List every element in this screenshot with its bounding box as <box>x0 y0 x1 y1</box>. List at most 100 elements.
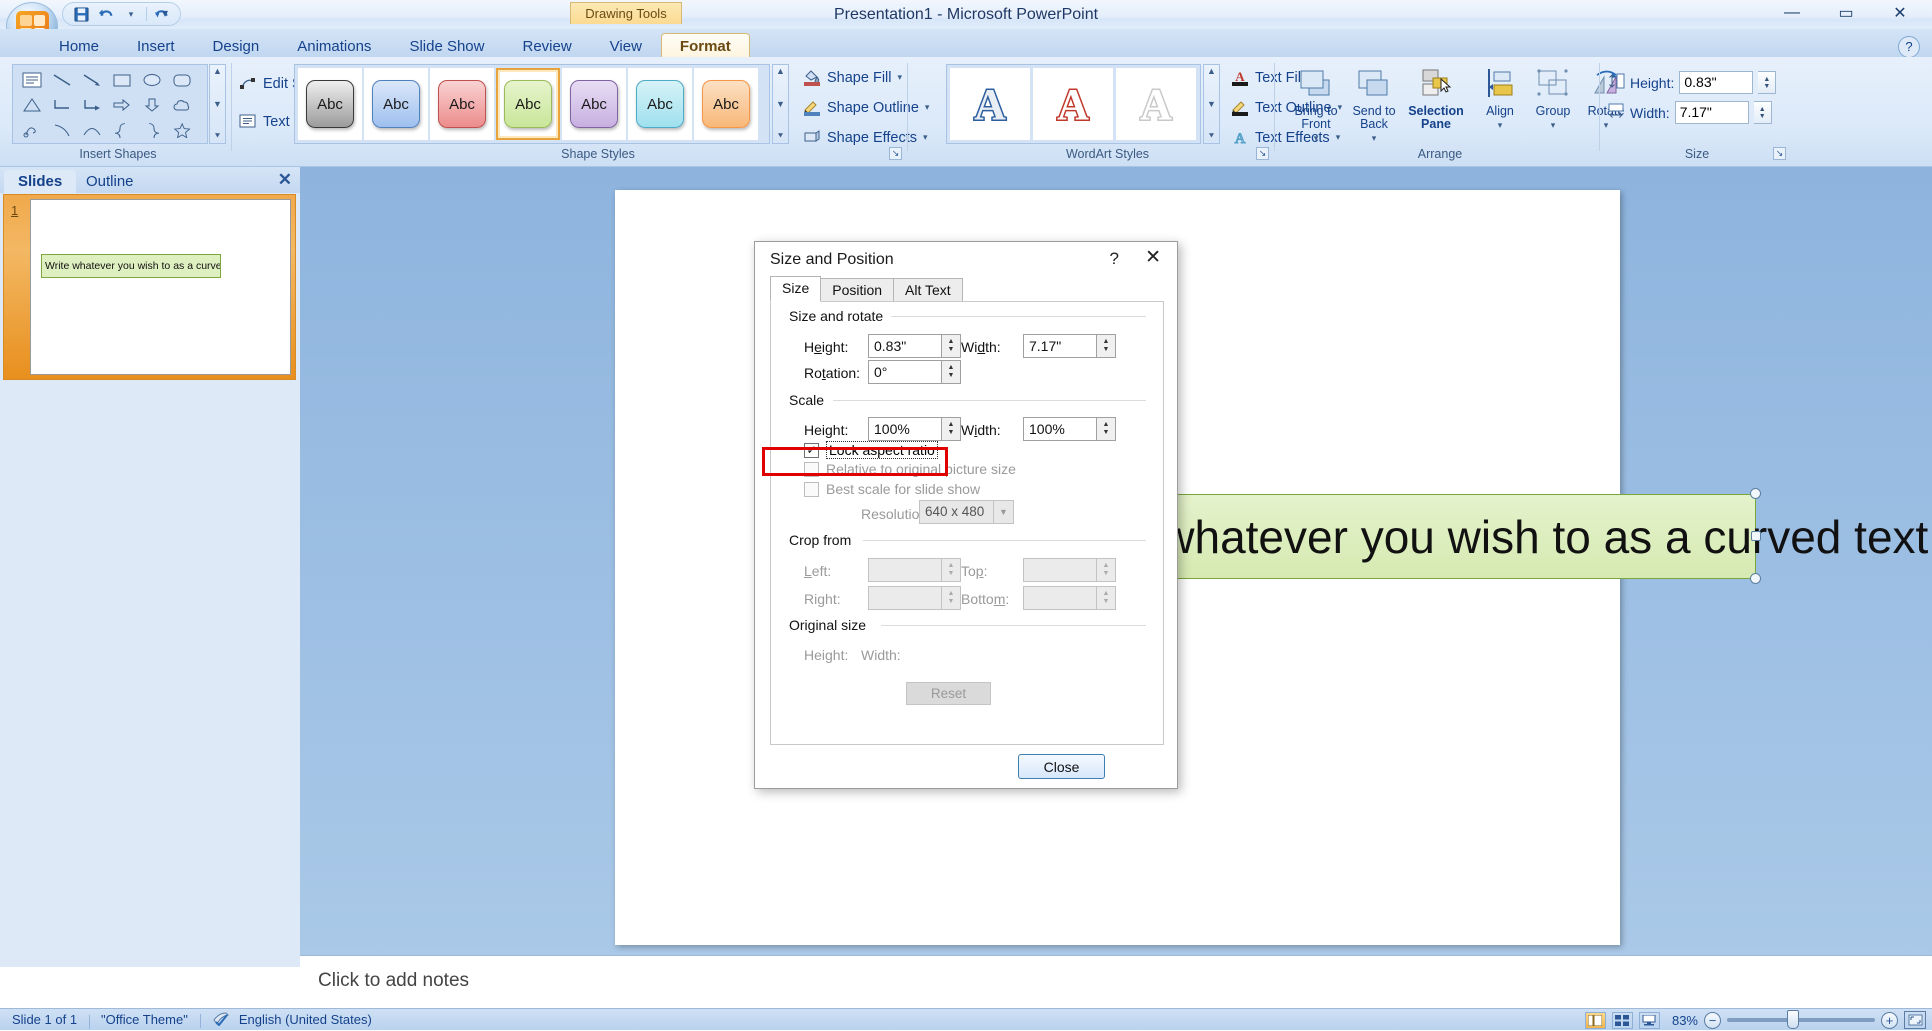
zoom-out-button[interactable]: − <box>1704 1011 1721 1029</box>
zoom-in-button[interactable]: + <box>1881 1011 1898 1029</box>
scroll-down-icon[interactable]: ▼ <box>213 99 222 109</box>
right-arrow-shape-icon[interactable] <box>109 94 135 115</box>
lock-aspect-ratio-checkbox[interactable]: ✓ Lock aspect ratio <box>804 441 938 459</box>
dialog-scale-width-field[interactable]: 100% ▲ ▼ <box>1023 417 1116 441</box>
dialog-width-field[interactable]: 7.17" ▲ ▼ <box>1023 334 1116 358</box>
dialog-rotation-input[interactable]: 0° <box>868 360 942 384</box>
ribbon-height-spinner[interactable]: ▲ ▼ <box>1758 71 1777 94</box>
close-pane-icon[interactable]: ✕ <box>278 170 292 190</box>
gallery-more-icon[interactable]: ⯆ <box>214 132 221 141</box>
size-and-position-dialog[interactable]: Size and Position ? ✕ Size Position Alt … <box>754 241 1178 789</box>
resize-handle-bottom-right[interactable] <box>1750 573 1761 584</box>
zoom-slider-knob[interactable] <box>1787 1010 1799 1029</box>
maximize-button[interactable]: ▭ <box>1820 0 1872 26</box>
wordart-style-gray[interactable]: A <box>1116 68 1196 140</box>
minimize-button[interactable]: — <box>1766 0 1818 26</box>
dialog-scale-width-input[interactable]: 100% <box>1023 417 1097 441</box>
line-shape-icon[interactable] <box>49 69 75 90</box>
fit-slide-to-window-icon[interactable] <box>1904 1011 1926 1029</box>
slide-thumbnail[interactable]: Write whatever you wish to as a curved t… <box>30 199 291 375</box>
rectangle-shape-icon[interactable] <box>109 69 135 90</box>
help-icon[interactable]: ? <box>1898 36 1920 58</box>
rounded-rectangle-shape-icon[interactable] <box>169 69 195 90</box>
slide-thumbnail-item[interactable]: 1 Write whatever you wish to as a curved… <box>3 194 296 380</box>
chevron-down-icon[interactable]: ▾ <box>1314 133 1319 143</box>
dialog-height-input[interactable]: 0.83" <box>868 334 942 358</box>
scroll-down-icon[interactable]: ▼ <box>776 99 785 109</box>
tab-outline[interactable]: Outline <box>72 170 148 193</box>
chevron-down-icon[interactable]: ▾ <box>1372 133 1377 143</box>
shape-styles-dialog-launcher[interactable]: ↘ <box>889 147 902 160</box>
down-arrow-shape-icon[interactable] <box>139 94 165 115</box>
triangle-shape-icon[interactable] <box>19 94 45 115</box>
shape-style-orange[interactable]: Abc <box>694 68 758 140</box>
shape-style-teal[interactable]: Abc <box>628 68 692 140</box>
shape-style-dark[interactable]: Abc <box>298 68 362 140</box>
align-button[interactable]: Align ▾ <box>1470 63 1530 132</box>
arrow-shape-icon[interactable] <box>79 69 105 90</box>
freeform-shape-icon[interactable] <box>19 119 45 140</box>
chevron-down-icon[interactable]: ▾ <box>1551 120 1556 130</box>
elbow-arrow-connector-icon[interactable] <box>79 94 105 115</box>
slide-show-view-button[interactable] <box>1638 1011 1660 1029</box>
selection-pane-button[interactable]: Selection Pane <box>1401 63 1471 131</box>
dialog-scale-height-spinner[interactable]: ▲ ▼ <box>942 417 961 441</box>
dialog-scale-height-input[interactable]: 100% <box>868 417 942 441</box>
checkbox-box[interactable]: ✓ <box>804 442 819 458</box>
dialog-tab-position[interactable]: Position <box>820 278 895 302</box>
wordart-style-blue[interactable]: A <box>950 68 1030 140</box>
wordart-styles-gallery[interactable]: A A A <box>946 64 1201 144</box>
scroll-up-icon[interactable]: ▲ <box>213 67 222 76</box>
dialog-tab-alt-text[interactable]: Alt Text <box>893 278 963 302</box>
dialog-rotation-spinner[interactable]: ▲ ▼ <box>942 360 961 384</box>
tab-slides[interactable]: Slides <box>4 170 77 193</box>
chevron-down-icon[interactable]: ▾ <box>897 72 902 83</box>
normal-view-button[interactable] <box>1584 1011 1606 1029</box>
shapes-gallery[interactable] <box>12 64 208 144</box>
close-button[interactable]: ✕ <box>1874 0 1926 26</box>
star-shape-icon[interactable] <box>169 119 195 140</box>
dialog-rotation-field[interactable]: 0° ▲ ▼ <box>868 360 961 384</box>
elbow-connector-icon[interactable] <box>49 94 75 115</box>
scroll-up-icon[interactable]: ▲ <box>776 67 785 76</box>
scroll-down-icon[interactable]: ▼ <box>1207 99 1216 109</box>
dialog-tab-size[interactable]: Size <box>770 276 822 302</box>
dialog-help-icon[interactable]: ? <box>1110 249 1119 269</box>
spellcheck-icon[interactable] <box>212 1011 231 1029</box>
bring-to-front-button[interactable]: Bring to Front ▾ <box>1286 63 1346 145</box>
group-button[interactable]: Group ▾ <box>1523 63 1583 132</box>
status-language-group[interactable]: English (United States) <box>199 1011 384 1029</box>
shape-styles-gallery[interactable]: Abc Abc Abc Abc Abc Abc Abc <box>294 64 770 144</box>
size-dialog-launcher[interactable]: ↘ <box>1773 147 1786 160</box>
dialog-width-input[interactable]: 7.17" <box>1023 334 1097 358</box>
shape-fill-button[interactable]: Shape Fill ▾ <box>796 65 908 90</box>
shapes-gallery-scrollbar[interactable]: ▲ ▼ ⯆ <box>209 64 226 144</box>
dialog-close-icon[interactable]: ✕ <box>1145 248 1161 268</box>
wordart-style-red[interactable]: A <box>1033 68 1113 140</box>
arc-shape-icon[interactable] <box>79 119 105 140</box>
gallery-more-icon[interactable]: ⯆ <box>1208 132 1215 141</box>
wordart-styles-dialog-launcher[interactable]: ↘ <box>1256 147 1269 160</box>
shape-style-purple[interactable]: Abc <box>562 68 626 140</box>
wordart-styles-scrollbar[interactable]: ▲ ▼ ⯆ <box>1203 64 1220 144</box>
curve-shape-icon[interactable] <box>49 119 75 140</box>
chevron-down-icon[interactable]: ▾ <box>1498 120 1503 130</box>
notes-pane[interactable]: Click to add notes <box>300 955 1932 1013</box>
chevron-down-icon[interactable]: ▾ <box>923 132 928 143</box>
shape-style-blue[interactable]: Abc <box>364 68 428 140</box>
status-theme[interactable]: "Office Theme" <box>89 1012 200 1029</box>
shape-style-green[interactable]: Abc <box>496 68 560 140</box>
dialog-height-spinner[interactable]: ▲ ▼ <box>942 334 961 358</box>
resize-handle-top-right[interactable] <box>1750 488 1761 499</box>
right-brace-shape-icon[interactable] <box>139 119 165 140</box>
gallery-more-icon[interactable]: ⯆ <box>777 132 784 141</box>
dialog-scale-width-spinner[interactable]: ▲ ▼ <box>1097 417 1116 441</box>
dialog-scale-height-field[interactable]: 100% ▲ ▼ <box>868 417 961 441</box>
chevron-down-icon[interactable]: ▾ <box>925 102 930 113</box>
shape-style-red[interactable]: Abc <box>430 68 494 140</box>
scroll-up-icon[interactable]: ▲ <box>1207 67 1216 76</box>
dialog-close-button[interactable]: Close <box>1018 754 1105 779</box>
resize-handle-middle-right[interactable] <box>1751 531 1761 541</box>
left-brace-shape-icon[interactable] <box>109 119 135 140</box>
dialog-width-spinner[interactable]: ▲ ▼ <box>1097 334 1116 358</box>
